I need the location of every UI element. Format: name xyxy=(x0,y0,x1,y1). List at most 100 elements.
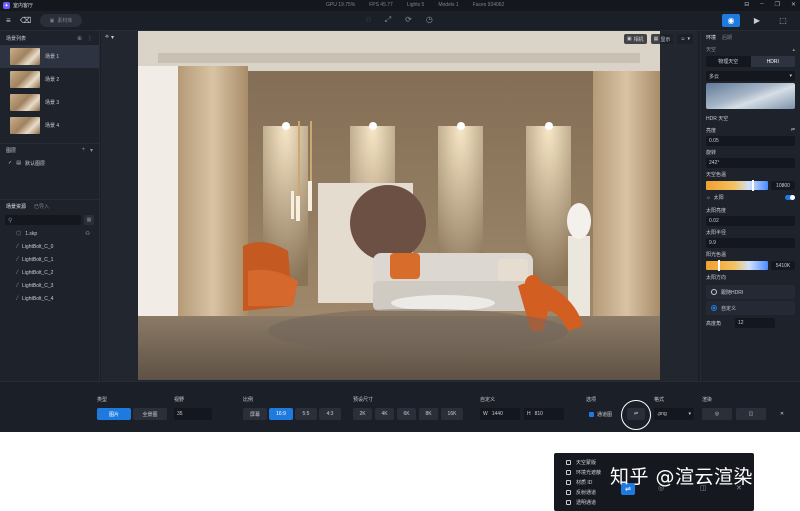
rotation-input[interactable]: 242° xyxy=(706,158,795,168)
tree-item[interactable]: ⁄ LightBolt_C_3 xyxy=(0,279,99,292)
altitude-input[interactable]: 12 xyxy=(735,318,775,328)
scene-item[interactable]: 场景 4 xyxy=(0,114,99,137)
menu-icon[interactable]: ≡ xyxy=(6,16,11,25)
rotate-icon[interactable]: ⟳ xyxy=(405,15,412,25)
tab-scene-resources[interactable]: 场景资源 xyxy=(6,203,26,210)
tree-item[interactable]: ⁄ LightBolt_C_0 xyxy=(0,240,99,253)
scene-label: 场景 4 xyxy=(45,123,60,129)
chevron-down-icon[interactable]: ▾ xyxy=(90,147,93,154)
stat-fps: FPS 45.77 xyxy=(369,2,393,8)
checkbox-icon[interactable] xyxy=(566,489,571,495)
sun-toggle[interactable] xyxy=(785,195,795,200)
width-input[interactable]: W 1440 xyxy=(480,408,520,420)
maximize-icon[interactable]: ❐ xyxy=(775,1,780,8)
scene-item[interactable]: 场景 2 xyxy=(0,68,99,91)
video-icon[interactable]: ▶ xyxy=(748,14,766,27)
format-select[interactable]: .png ▾ xyxy=(654,408,694,420)
batch-render-button[interactable]: ◫ xyxy=(736,408,766,420)
view-options-button[interactable]: ⟡ ▾ xyxy=(105,34,114,41)
layer-item[interactable]: ✓ ▤ 默认图层 xyxy=(0,157,99,169)
scene-item[interactable]: 场景 1 xyxy=(0,45,99,68)
sliders-icon[interactable]: ⇌ xyxy=(791,127,795,133)
viewport[interactable]: ⟡ ▾ ▣ 相机 ▦ 显示 ☺ ▾ xyxy=(101,31,698,381)
grid-view-button[interactable]: ▦ xyxy=(84,215,94,225)
sky-preset-select[interactable]: 多云 ▾ xyxy=(706,71,795,81)
sky-color-slider[interactable] xyxy=(706,180,768,191)
type-panorama-button[interactable]: 全景图 xyxy=(133,408,167,420)
ratio-5-5-button[interactable]: 5:5 xyxy=(295,408,317,420)
group-icon[interactable]: ⚇ xyxy=(85,231,89,237)
channel-checkbox-row[interactable]: 通道图 xyxy=(586,408,620,420)
follow-hdri-option[interactable]: 跟随HDRI xyxy=(706,285,795,299)
size-2k-button[interactable]: 2K xyxy=(353,408,372,420)
checkbox-icon[interactable] xyxy=(566,459,571,465)
sun-color-knob[interactable] xyxy=(718,260,721,271)
tab-postprocess[interactable]: 后期 xyxy=(722,34,732,41)
height-input[interactable]: H 810 xyxy=(524,408,564,420)
asset-library-button[interactable]: ▣ 素材库 xyxy=(40,14,82,27)
fov-input[interactable]: 35 xyxy=(174,408,212,420)
camera-chip[interactable]: ▣ 相机 xyxy=(623,34,647,44)
tab-environment[interactable]: 环境 xyxy=(706,34,716,41)
render-settings-bar: 类型 图片 全景图 视野 35 比例 屏幕 16:9 5:5 4:3 预设尺寸 … xyxy=(0,381,800,432)
ratio-4-3-button[interactable]: 4:3 xyxy=(319,408,341,420)
checkbox-icon[interactable] xyxy=(566,469,571,475)
checkbox-icon[interactable] xyxy=(566,499,571,505)
brightness-label: 亮度 xyxy=(706,127,717,134)
save-icon[interactable]: ⬚ xyxy=(774,14,792,27)
sun-color-slider[interactable] xyxy=(706,260,768,271)
scene-list-title: 场景列表 xyxy=(6,35,27,42)
channel-option[interactable]: 环境光遮蔽 xyxy=(566,467,601,477)
channel-option[interactable]: 天空蒙版 xyxy=(566,457,601,467)
add-layer-icon[interactable]: + xyxy=(81,147,85,154)
size-16k-button[interactable]: 16K xyxy=(441,408,463,420)
sky-preview-image[interactable] xyxy=(706,83,795,109)
camera-icon[interactable]: ◉ xyxy=(722,14,740,27)
custom-direction-option[interactable]: 自定义 xyxy=(706,301,795,315)
lightbulb-icon[interactable]: ◌ xyxy=(366,15,371,25)
tree-item[interactable]: ⁄ LightBolt_C_4 xyxy=(0,292,99,305)
scene-item[interactable]: 场景 3 xyxy=(0,91,99,114)
sun-color-value[interactable]: 5410K xyxy=(771,261,795,270)
close-bar-button[interactable]: ✕ xyxy=(770,408,794,420)
format-label: 格式 xyxy=(654,397,665,403)
altitude-label: 高度角 xyxy=(706,320,722,327)
sky-color-value[interactable]: 10800 xyxy=(771,181,795,190)
undo-icon[interactable]: ⌫ xyxy=(20,16,31,25)
sun-brightness-input[interactable]: 0.02 xyxy=(706,216,795,226)
sky-color-knob[interactable] xyxy=(751,180,754,191)
close-window-icon[interactable]: ✕ xyxy=(791,1,796,8)
channel-option[interactable]: 反射通道 xyxy=(566,487,601,497)
channel-option[interactable]: 透明通道 xyxy=(566,497,601,507)
ratio-screen-button[interactable]: 屏幕 xyxy=(243,408,267,420)
ratio-label: 比例 xyxy=(243,397,254,403)
physical-sky-option[interactable]: 物理天空 xyxy=(706,56,751,67)
render-button[interactable]: ◎ xyxy=(702,408,732,420)
brightness-input[interactable]: 0.05 xyxy=(706,136,795,146)
display-chip[interactable]: ▦ 显示 xyxy=(650,34,674,44)
channel-option[interactable]: 材质 ID xyxy=(566,477,601,487)
render-preview[interactable] xyxy=(138,31,660,380)
tree-item[interactable]: ⁄ LightBolt_C_1 xyxy=(0,253,99,266)
size-8k-button[interactable]: 8K xyxy=(419,408,438,420)
user-icon: ☺ xyxy=(680,36,686,42)
user-chip[interactable]: ☺ ▾ xyxy=(677,34,693,44)
add-camera-icon[interactable]: ⊕ xyxy=(77,35,82,42)
size-4k-button[interactable]: 4K xyxy=(375,408,394,420)
checkbox-icon[interactable] xyxy=(566,479,571,485)
hdri-option[interactable]: HDRI xyxy=(750,56,795,67)
more-icon[interactable]: ⋮ xyxy=(87,35,93,42)
minimize-icon[interactable]: – xyxy=(760,1,763,8)
timer-icon[interactable]: ◷ xyxy=(426,15,433,25)
tab-imported[interactable]: 已导入 xyxy=(34,203,49,210)
ratio-16-9-button[interactable]: 16:9 xyxy=(269,408,293,420)
tree-item[interactable]: ⁄ LightBolt_C_2 xyxy=(0,266,99,279)
size-6k-button[interactable]: 6K xyxy=(397,408,416,420)
resource-search-input[interactable]: ⚲ xyxy=(5,215,81,225)
expand-icon[interactable]: ⤢ xyxy=(385,15,391,25)
tree-item[interactable]: ⬡ 1.skp ⚇ xyxy=(0,227,99,240)
pin-icon[interactable]: ⊟ xyxy=(744,1,749,8)
sun-radius-input[interactable]: 9.9 xyxy=(706,238,795,248)
type-image-button[interactable]: 图片 xyxy=(97,408,131,420)
sky-section-header[interactable]: 天空 ▴ xyxy=(706,43,795,56)
